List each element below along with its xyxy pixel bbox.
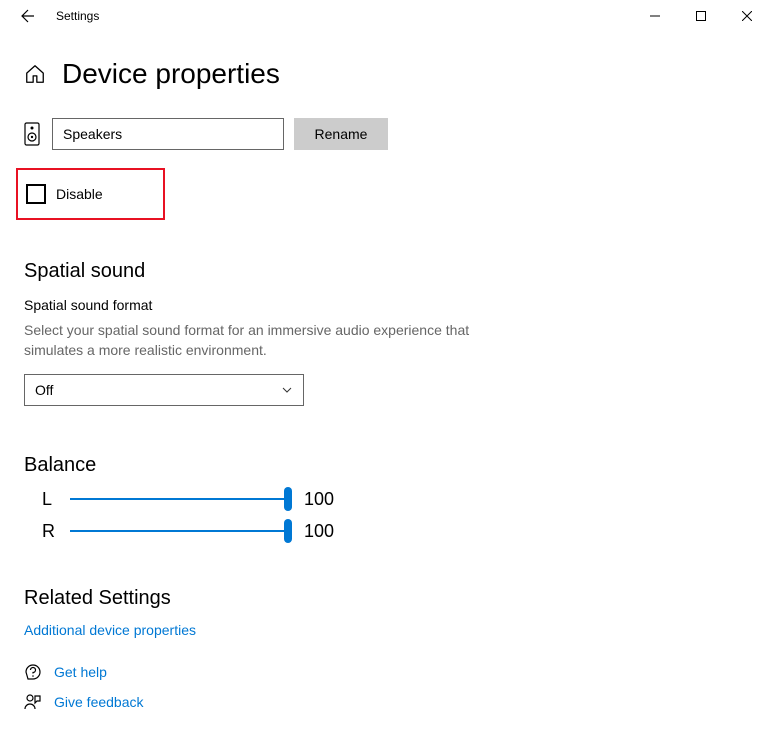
help-icon [24, 663, 42, 681]
spatial-format-value: Off [35, 382, 53, 398]
balance-left-value: 100 [304, 489, 334, 510]
disable-checkbox[interactable] [26, 184, 46, 204]
home-icon[interactable] [24, 63, 46, 85]
close-button[interactable] [724, 0, 770, 32]
disable-highlight: Disable [16, 168, 165, 220]
rename-button[interactable]: Rename [294, 118, 388, 150]
app-title: Settings [56, 9, 99, 23]
spatial-sound-title: Spatial sound [24, 260, 746, 283]
page-title: Device properties [62, 58, 280, 90]
give-feedback-label: Give feedback [54, 694, 144, 710]
device-name-input[interactable] [52, 118, 284, 150]
spatial-description: Select your spatial sound format for an … [24, 321, 484, 360]
balance-right-label: R [24, 521, 62, 542]
feedback-icon [24, 693, 42, 711]
disable-label: Disable [56, 186, 103, 202]
back-button[interactable] [8, 0, 48, 32]
close-icon [742, 11, 752, 21]
give-feedback-link[interactable]: Give feedback [24, 693, 144, 711]
back-arrow-icon [20, 8, 36, 24]
minimize-button[interactable] [632, 0, 678, 32]
get-help-label: Get help [54, 664, 107, 680]
maximize-icon [696, 11, 706, 21]
balance-left-slider[interactable] [70, 487, 288, 511]
related-settings-title: Related Settings [24, 587, 746, 610]
additional-properties-link[interactable]: Additional device properties [24, 622, 746, 638]
balance-right-slider[interactable] [70, 519, 288, 543]
chevron-down-icon [281, 384, 293, 396]
maximize-button[interactable] [678, 0, 724, 32]
minimize-icon [650, 11, 660, 21]
speaker-icon [24, 122, 42, 146]
balance-left-label: L [24, 489, 62, 510]
spatial-format-label: Spatial sound format [24, 297, 746, 313]
balance-right-value: 100 [304, 521, 334, 542]
spatial-format-dropdown[interactable]: Off [24, 374, 304, 406]
get-help-link[interactable]: Get help [24, 663, 144, 681]
balance-title: Balance [24, 454, 746, 477]
